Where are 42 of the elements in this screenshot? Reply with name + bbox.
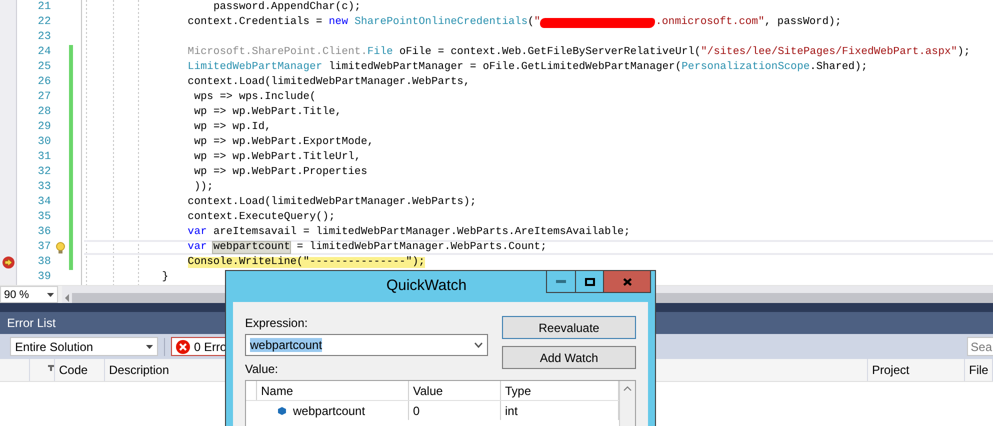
code-line: context.Credentials = new SharePointOnlineCredentials(" .onmicrosoft.com", passWord); bbox=[186, 17, 842, 28]
line-number: 36 bbox=[36, 225, 51, 240]
panel-title: Error List bbox=[7, 316, 56, 330]
line-number: 32 bbox=[36, 165, 51, 180]
line-number: 27 bbox=[36, 90, 51, 105]
line-number: 21 bbox=[36, 0, 51, 15]
code-line: LimitedWebPartManager limitedWebPartManager = oFile.GetLimitedWebPartManager(PersonalizationScope.Shared); bbox=[186, 62, 868, 73]
code-line: Microsoft.SharePoint.Client.File oFile = context.Web.GetFileByServerRelativeUrl("/sites/lee/SitePages/FixedWebPart.aspx"); bbox=[186, 47, 970, 58]
line-number: 26 bbox=[36, 75, 51, 90]
line-number: 30 bbox=[36, 135, 51, 150]
code-line: wp => wp.Id, bbox=[193, 122, 272, 133]
code-line: wp => wp.WebPart.ExportMode, bbox=[193, 137, 374, 148]
line-number: 28 bbox=[36, 105, 51, 120]
code-line: wp => wp.WebPart.TitleUrl, bbox=[193, 152, 361, 163]
line-number: 31 bbox=[36, 150, 51, 165]
line-number: 33 bbox=[36, 180, 51, 195]
line-number: 25 bbox=[36, 60, 51, 75]
code-line: var areItemsavail = limitedWebPartManager.WebParts.AreItemsAvailable; bbox=[186, 227, 630, 238]
line-number: 22 bbox=[36, 15, 51, 30]
code-line: password.AppendChar(c); bbox=[212, 2, 361, 13]
code-line: wps => wps.Include( bbox=[193, 92, 316, 103]
dialog-title: QuickWatch bbox=[385, 277, 468, 294]
line-number: 23 bbox=[36, 30, 51, 45]
expression-label: Expression: bbox=[245, 316, 309, 330]
value-label: Value: bbox=[245, 362, 280, 376]
code-line: wp => wp.WebPart.Title, bbox=[193, 107, 342, 118]
code-line: context.Load(limitedWebPartManager.WebParts, bbox=[186, 77, 470, 88]
line-number: 29 bbox=[36, 120, 51, 135]
line-number: 39 bbox=[36, 270, 51, 285]
code-line: context.Load(limitedWebPartManager.WebParts); bbox=[186, 197, 476, 208]
table-cell: webpartcount bbox=[293, 404, 366, 418]
code-line: var webpartcount = limitedWebPartManager.WebParts.Count; bbox=[186, 242, 547, 253]
code-line: } bbox=[162, 272, 168, 283]
line-number: 38 bbox=[36, 255, 51, 270]
code-line: )); bbox=[193, 182, 214, 193]
table-cell: 0 bbox=[409, 401, 501, 420]
line-number: 35 bbox=[36, 210, 51, 225]
code-line: wp => wp.WebPart.Properties bbox=[193, 167, 368, 178]
line-number: 24 bbox=[36, 45, 51, 60]
line-number: 34 bbox=[36, 195, 51, 210]
line-number: 37 bbox=[36, 240, 51, 255]
code-line: context.ExecuteQuery(); bbox=[186, 212, 336, 223]
